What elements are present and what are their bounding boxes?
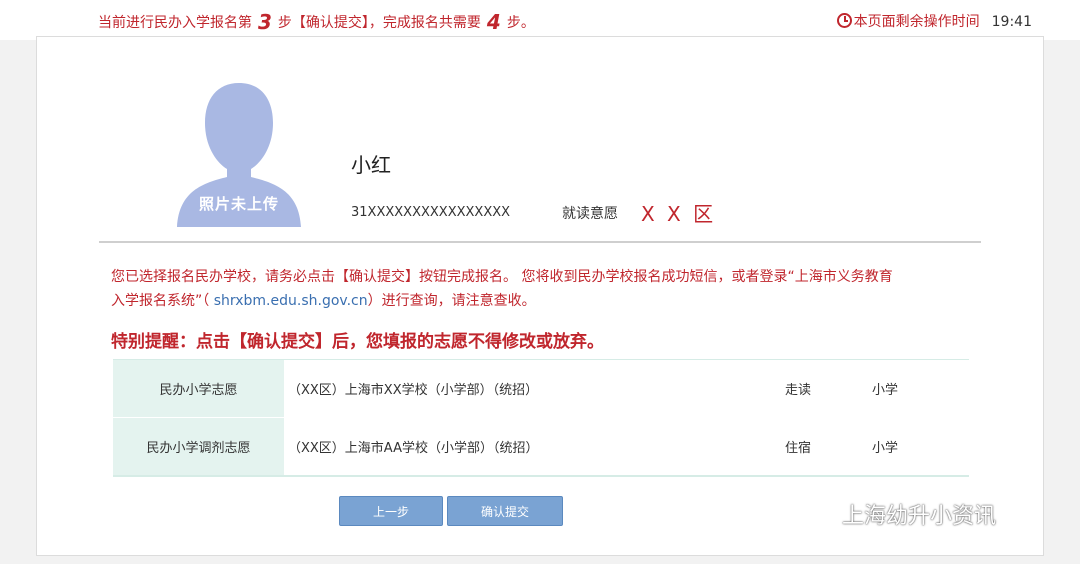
intent-district: X X 区 — [641, 202, 717, 226]
choice-type: 民办小学调剂志愿 — [113, 417, 284, 477]
choice-school: （XX区）上海市XX学校（小学部）（统招） — [284, 359, 784, 418]
system-site-link[interactable]: shrxbm.edu.sh.gov.cn — [214, 293, 368, 309]
school-choices-table: 民办小学志愿 （XX区）上海市XX学校（小学部）（统招） 走读 小学 民办小学调… — [113, 359, 969, 477]
countdown-timer: 本页面剩余操作时间 19:41 — [836, 11, 1032, 31]
choice-school: （XX区）上海市AA学校（小学部）（统招） — [284, 417, 784, 477]
timer-label: 本页面剩余操作时间 — [853, 14, 980, 30]
step-mid-text: 步【确认提交】，完成报名共需要 — [277, 15, 481, 31]
section-divider — [99, 241, 981, 243]
notice-line-1: 您已选择报名民办学校，请务必点击【确认提交】按钮完成报名。 您将收到民办学校报名… — [111, 269, 893, 285]
choice-mode: 住宿 — [784, 417, 871, 477]
notice-line-2-suffix: ）进行查询，请注意查收。 — [367, 293, 536, 309]
total-steps-number: 4 — [486, 10, 501, 34]
table-row: 民办小学志愿 （XX区）上海市XX学校（小学部）（统招） 走读 小学 — [113, 359, 969, 418]
choice-mode: 走读 — [784, 359, 871, 418]
step-suffix-text: 步。 — [506, 15, 535, 31]
table-row: 民办小学调剂志愿 （XX区）上海市AA学校（小学部）（统招） 住宿 小学 — [113, 417, 969, 477]
notice-text: 您已选择报名民办学校，请务必点击【确认提交】按钮完成报名。 您将收到民办学校报名… — [111, 265, 981, 313]
previous-step-button[interactable]: 上一步 — [339, 496, 443, 526]
watermark: 上海幼升小资讯 — [806, 498, 996, 530]
notice-line-2-prefix: 入学报名系统”（ — [111, 293, 214, 309]
wechat-icon — [806, 503, 836, 525]
top-bar: 当前进行民办入学报名第 3 步【确认提交】，完成报名共需要 4 步。 本页面剩余操作时间… — [0, 0, 1080, 40]
step-prefix-text: 当前进行民办入学报名第 — [98, 15, 252, 31]
student-name: 小红 — [351, 153, 391, 177]
watermark-text: 上海幼升小资讯 — [842, 504, 997, 529]
photo-caption: 照片未上传 — [198, 195, 279, 213]
step-progress: 当前进行民办入学报名第 3 步【确认提交】，完成报名共需要 4 步。 — [98, 10, 535, 34]
choice-level: 小学 — [871, 359, 969, 418]
choice-level: 小学 — [871, 417, 969, 477]
student-photo-placeholder: 照片未上传 — [175, 79, 303, 227]
student-id-number: 31XXXXXXXXXXXXXXXX — [351, 205, 511, 220]
timer-value: 19:41 — [991, 14, 1032, 30]
confirmation-panel: 照片未上传 小红 31XXXXXXXXXXXXXXXX 就读意愿 X X 区 您… — [36, 36, 1044, 556]
notice-line-2: 入学报名系统”（ shrxbm.edu.sh.gov.cn）进行查询，请注意查收… — [111, 289, 981, 313]
clock-icon — [836, 13, 852, 28]
current-step-number: 3 — [258, 10, 272, 34]
confirm-submit-button[interactable]: 确认提交 — [447, 496, 563, 526]
intent-label: 就读意愿 — [562, 206, 618, 222]
special-warning: 特别提醒：点击【确认提交】后，您填报的志愿不得修改或放弃。 — [111, 332, 604, 352]
choice-type: 民办小学志愿 — [113, 359, 284, 418]
